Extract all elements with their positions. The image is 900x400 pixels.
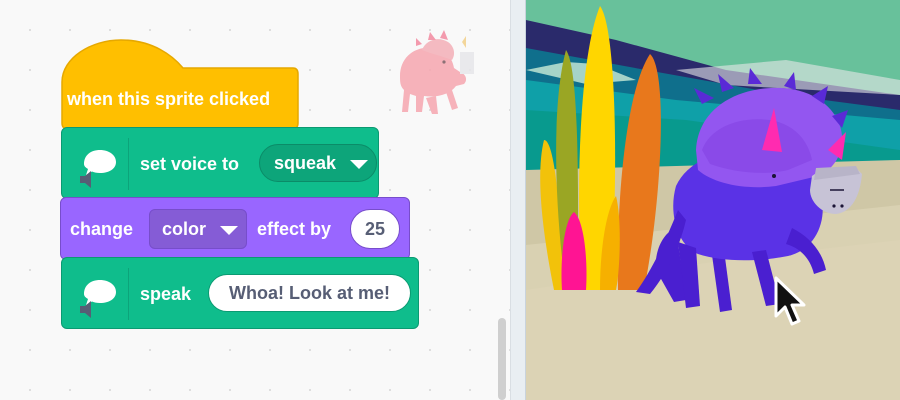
set-voice-block[interactable]: set voice to squeak bbox=[61, 127, 379, 199]
voice-dropdown[interactable]: squeak bbox=[259, 144, 377, 182]
hat-block-label: when this sprite clicked bbox=[67, 89, 271, 109]
stage-divider bbox=[510, 0, 526, 400]
effect-amount-input[interactable]: 25 bbox=[350, 209, 400, 249]
when-sprite-clicked-hat-block[interactable]: when this sprite clicked bbox=[61, 38, 299, 130]
stage[interactable] bbox=[526, 0, 900, 400]
code-workspace[interactable]: when this sprite clicked set voice to sq… bbox=[0, 0, 510, 400]
block-separator bbox=[128, 138, 129, 190]
speak-text-input[interactable]: Whoa! Look at me! bbox=[208, 274, 411, 312]
speech-bubble-speaker-icon bbox=[80, 280, 116, 318]
effect-dropdown-value: color bbox=[162, 219, 207, 239]
mouse-pointer-icon bbox=[774, 276, 806, 326]
speak-label: speak bbox=[140, 284, 192, 304]
set-voice-label: set voice to bbox=[140, 154, 240, 174]
voice-dropdown-value: squeak bbox=[274, 153, 337, 173]
sprite-thumbnail bbox=[400, 30, 474, 114]
change-effect-block[interactable]: change color effect by 25 bbox=[60, 197, 410, 260]
block-separator bbox=[128, 268, 129, 320]
stage-backdrop bbox=[526, 0, 900, 400]
speech-bubble-speaker-icon bbox=[80, 150, 116, 188]
effect-by-label: effect by bbox=[257, 219, 332, 239]
hat-block-shape bbox=[61, 39, 299, 130]
chevron-down-icon bbox=[220, 226, 238, 235]
workspace-scrollbar-thumb[interactable] bbox=[498, 318, 506, 400]
effect-dropdown[interactable]: color bbox=[149, 209, 247, 249]
change-label: change bbox=[70, 219, 134, 239]
chevron-down-icon bbox=[350, 160, 368, 169]
speak-block[interactable]: speak Whoa! Look at me! bbox=[61, 257, 419, 329]
